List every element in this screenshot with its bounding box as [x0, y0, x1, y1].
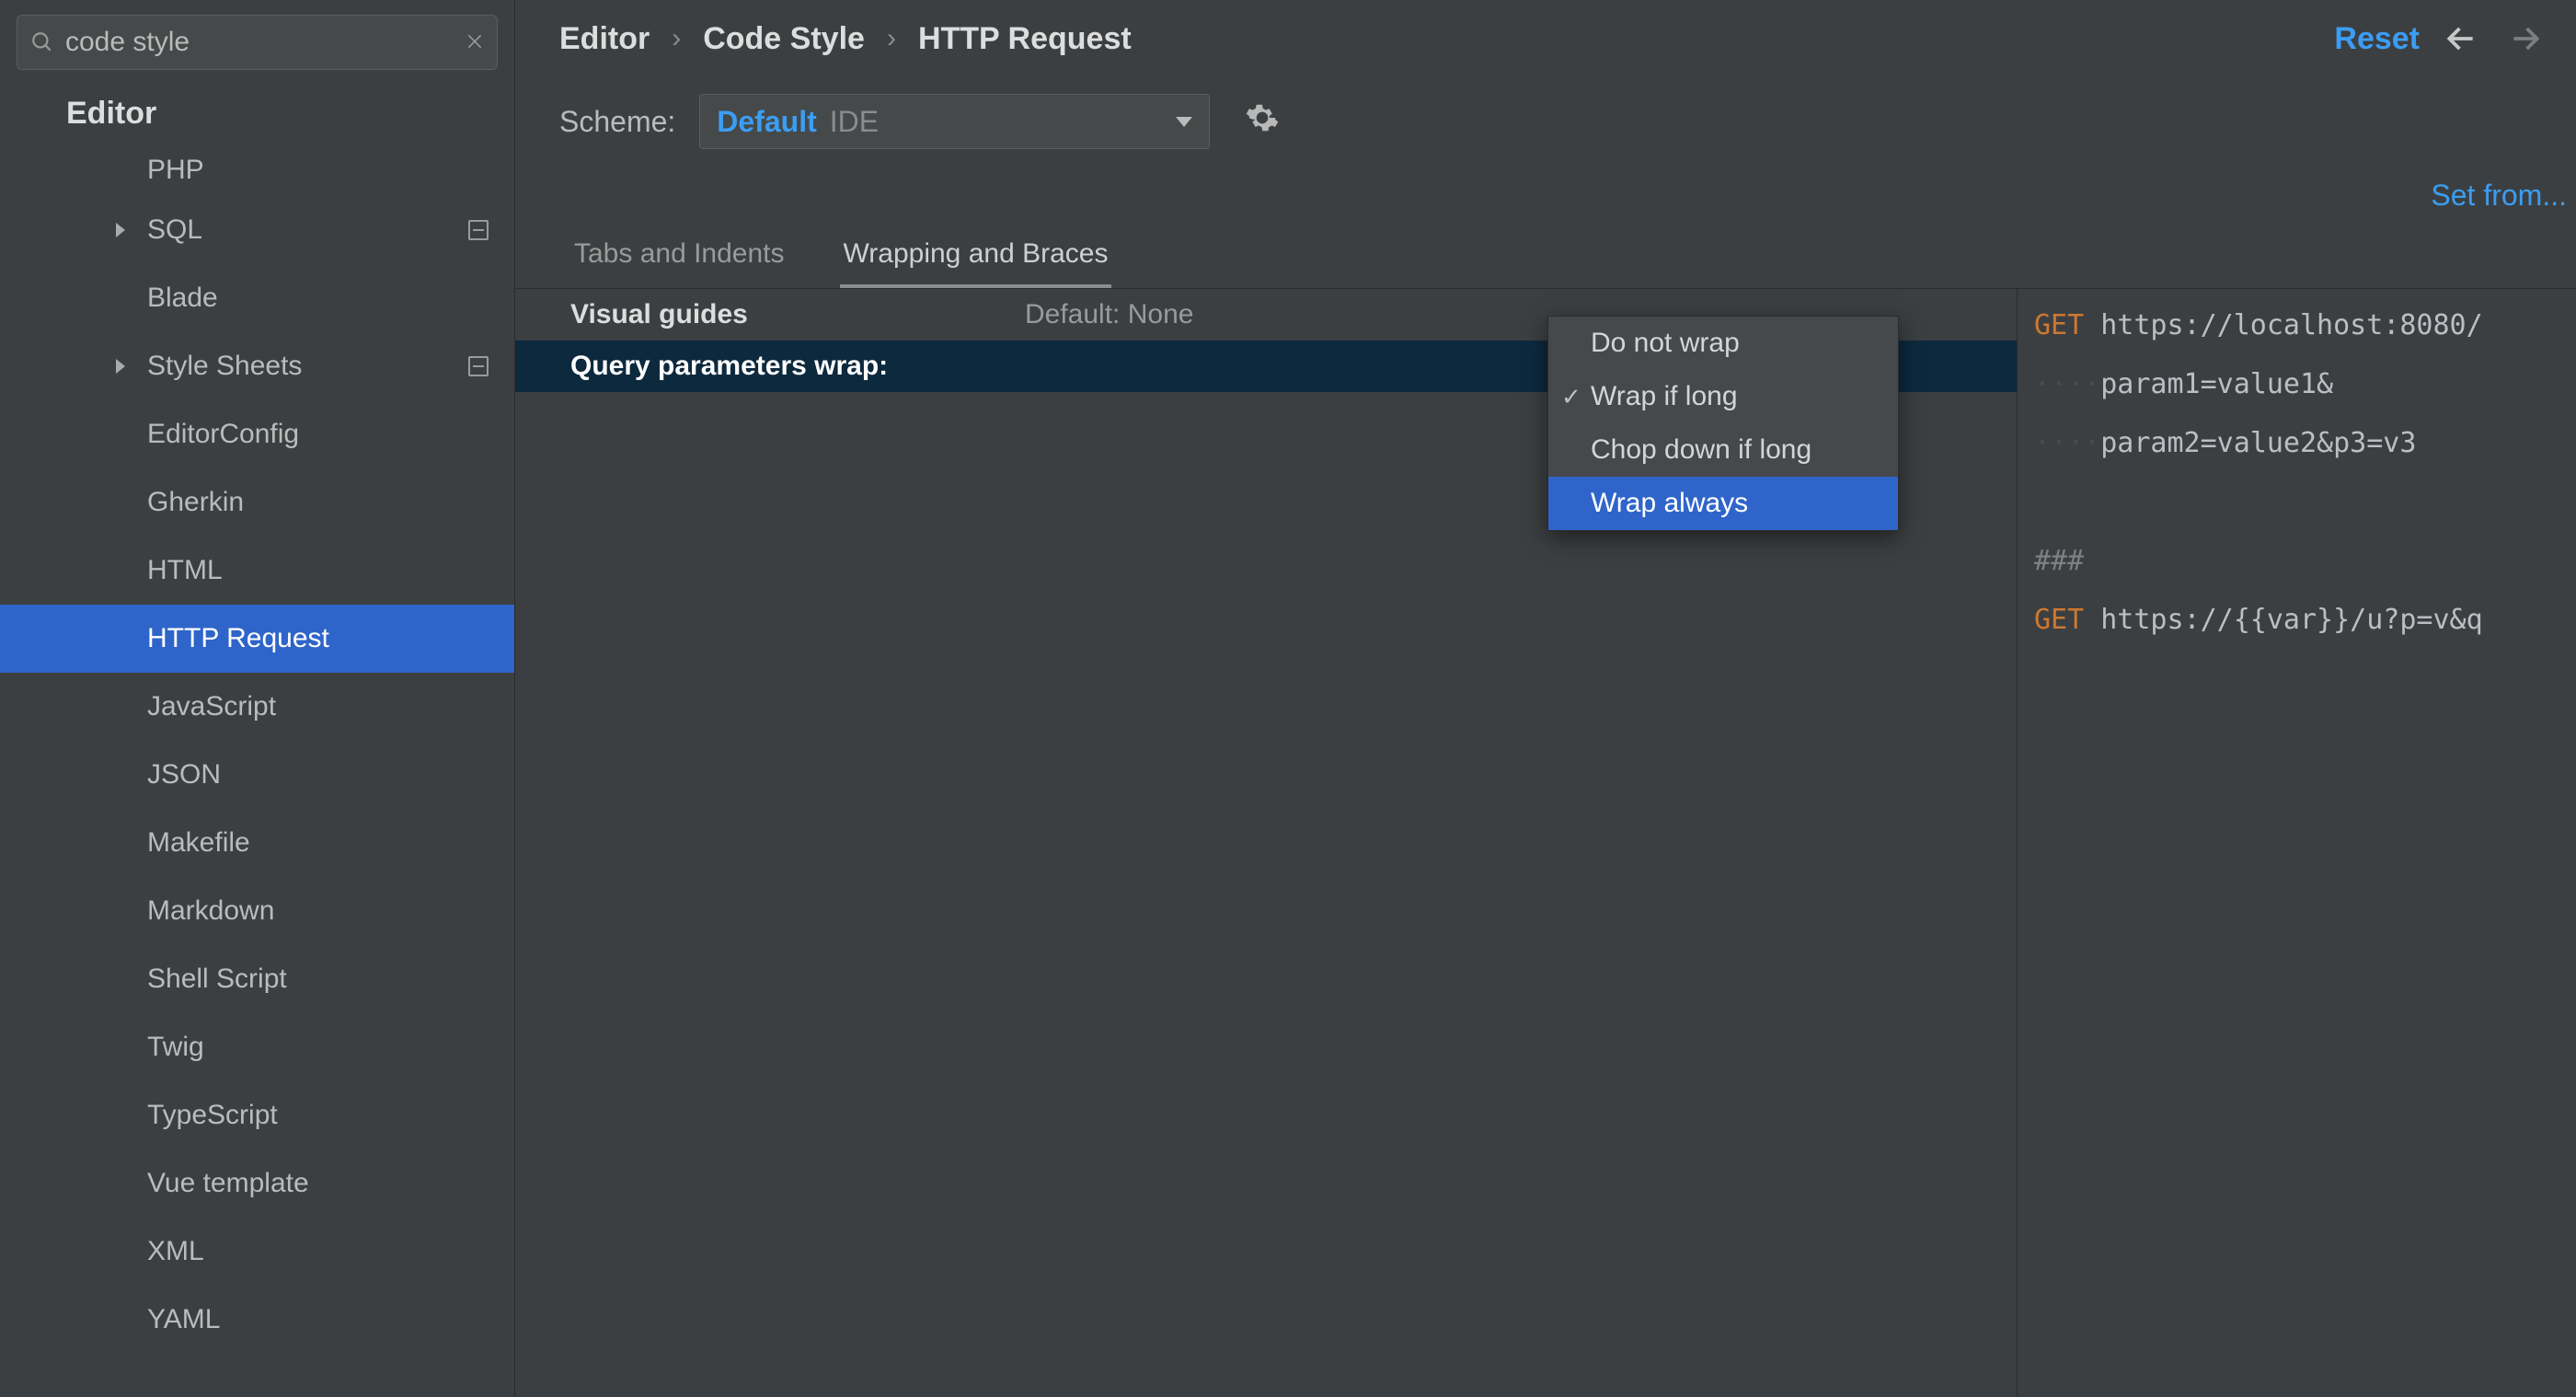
settings-pane: Visual guides Default: None Query parame… [515, 289, 2017, 1397]
sidebar-item-twig[interactable]: Twig [0, 1013, 514, 1081]
scheme-value-primary: Default [717, 105, 816, 139]
option-do-not-wrap[interactable]: Do not wrap [1548, 317, 1898, 370]
option-wrap-if-long[interactable]: Wrap if long [1548, 370, 1898, 423]
sidebar-item-label: JavaScript [147, 691, 276, 722]
sidebar-item-label: HTTP Request [147, 623, 329, 654]
sidebar-item-label: HTML [147, 555, 223, 586]
sidebar-item-label: Markdown [147, 895, 274, 927]
sidebar-item-label: Style Sheets [147, 351, 302, 382]
forward-button [2502, 16, 2548, 62]
sidebar-item-label: YAML [147, 1304, 220, 1335]
sidebar-item-label: Vue template [147, 1168, 309, 1199]
sidebar-item-php[interactable]: PHP [0, 144, 514, 196]
sidebar-item-vue-template[interactable]: Vue template [0, 1149, 514, 1218]
preview-indent: ···· [2034, 427, 2100, 459]
scheme-value-secondary: IDE [830, 105, 879, 139]
breadcrumb-leaf: HTTP Request [918, 21, 1132, 57]
tab-tabs-and-indents[interactable]: Tabs and Indents [570, 229, 788, 288]
sidebar-item-label: Makefile [147, 827, 250, 859]
sidebar-item-markdown[interactable]: Markdown [0, 877, 514, 945]
breadcrumb-root[interactable]: Editor [559, 21, 650, 57]
scheme-select[interactable]: Default IDE [699, 94, 1210, 149]
sidebar-item-http-request[interactable]: HTTP Request [0, 605, 514, 673]
scheme-row: Scheme: Default IDE [515, 77, 2576, 166]
sidebar-item-label: JSON [147, 759, 221, 791]
option-wrap-always[interactable]: Wrap always [1548, 477, 1898, 530]
code-preview: GET https://localhost:8080/ ····param1=v… [2017, 289, 2576, 1397]
wrap-options-dropdown[interactable]: Do not wrap Wrap if long Chop down if lo… [1547, 316, 1899, 531]
preview-token: https://localhost:8080/ [2084, 309, 2482, 341]
preview-token: GET [2034, 604, 2084, 636]
option-chop-down-if-long[interactable]: Chop down if long [1548, 423, 1898, 477]
preview-token: param2=value2&p3=v3 [2100, 427, 2416, 459]
sidebar-item-html[interactable]: HTML [0, 537, 514, 605]
tabs: Tabs and Indents Wrapping and Braces [515, 229, 2576, 289]
collapse-icon[interactable] [468, 220, 489, 240]
set-from-link[interactable]: Set from... [2431, 179, 2567, 213]
set-from-row: Set from... [515, 166, 2576, 229]
chevron-right-icon: › [668, 23, 684, 54]
sidebar-item-label: TypeScript [147, 1100, 278, 1131]
sidebar-item-label: Shell Script [147, 964, 287, 995]
sidebar-item-xml[interactable]: XML [0, 1218, 514, 1286]
sidebar-section-title[interactable]: Editor [0, 88, 514, 144]
main-pane: Editor › Code Style › HTTP Request Reset… [515, 0, 2576, 1397]
tab-wrapping-and-braces[interactable]: Wrapping and Braces [840, 229, 1112, 288]
reset-button[interactable]: Reset [2334, 21, 2420, 57]
search-wrap [0, 0, 514, 88]
sidebar-item-label: EditorConfig [147, 419, 299, 450]
sidebar-item-label: Blade [147, 283, 218, 314]
setting-label: Visual guides [515, 299, 748, 330]
sidebar-item-shell-script[interactable]: Shell Script [0, 945, 514, 1013]
sidebar-item-javascript[interactable]: JavaScript [0, 673, 514, 741]
preview-token: param1=value1& [2100, 368, 2333, 400]
preview-indent: ···· [2034, 368, 2100, 400]
sidebar-item-typescript[interactable]: TypeScript [0, 1081, 514, 1149]
collapse-icon[interactable] [468, 356, 489, 376]
sidebar-item-style-sheets[interactable]: Style Sheets [0, 332, 514, 400]
sidebar: Editor PHP SQL Blade Style Sheets EditorConf… [0, 0, 515, 1397]
sidebar-item-yaml[interactable]: YAML [0, 1286, 514, 1354]
search-input[interactable] [65, 27, 454, 58]
setting-label: Query parameters wrap: [515, 351, 888, 382]
sidebar-item-label: Gherkin [147, 487, 244, 518]
sidebar-item-gherkin[interactable]: Gherkin [0, 468, 514, 537]
clear-search-icon[interactable] [466, 29, 484, 57]
sidebar-item-editorconfig[interactable]: EditorConfig [0, 400, 514, 468]
sidebar-item-makefile[interactable]: Makefile [0, 809, 514, 877]
scheme-actions-button[interactable] [1245, 100, 1280, 143]
search-icon [30, 30, 54, 54]
sidebar-item-json[interactable]: JSON [0, 741, 514, 809]
sidebar-item-blade[interactable]: Blade [0, 264, 514, 332]
scheme-label: Scheme: [559, 105, 675, 139]
preview-token: https://{{var}}/u?p=v&q [2084, 604, 2482, 636]
preview-separator: ### [2034, 545, 2084, 577]
back-button[interactable] [2438, 16, 2484, 62]
breadcrumb-mid[interactable]: Code Style [703, 21, 865, 57]
search-box[interactable] [17, 15, 498, 70]
sidebar-item-label: XML [147, 1236, 204, 1267]
preview-token: GET [2034, 309, 2084, 341]
chevron-right-icon: › [883, 23, 900, 54]
sidebar-tree: PHP SQL Blade Style Sheets EditorConfig Gherk… [0, 144, 514, 1397]
sidebar-item-label: PHP [147, 155, 204, 186]
top-row: Editor › Code Style › HTTP Request Reset [515, 0, 2576, 77]
sidebar-item-label: SQL [147, 214, 202, 246]
chevron-down-icon [1176, 117, 1192, 127]
sidebar-item-sql[interactable]: SQL [0, 196, 514, 264]
sidebar-item-label: Twig [147, 1032, 204, 1063]
